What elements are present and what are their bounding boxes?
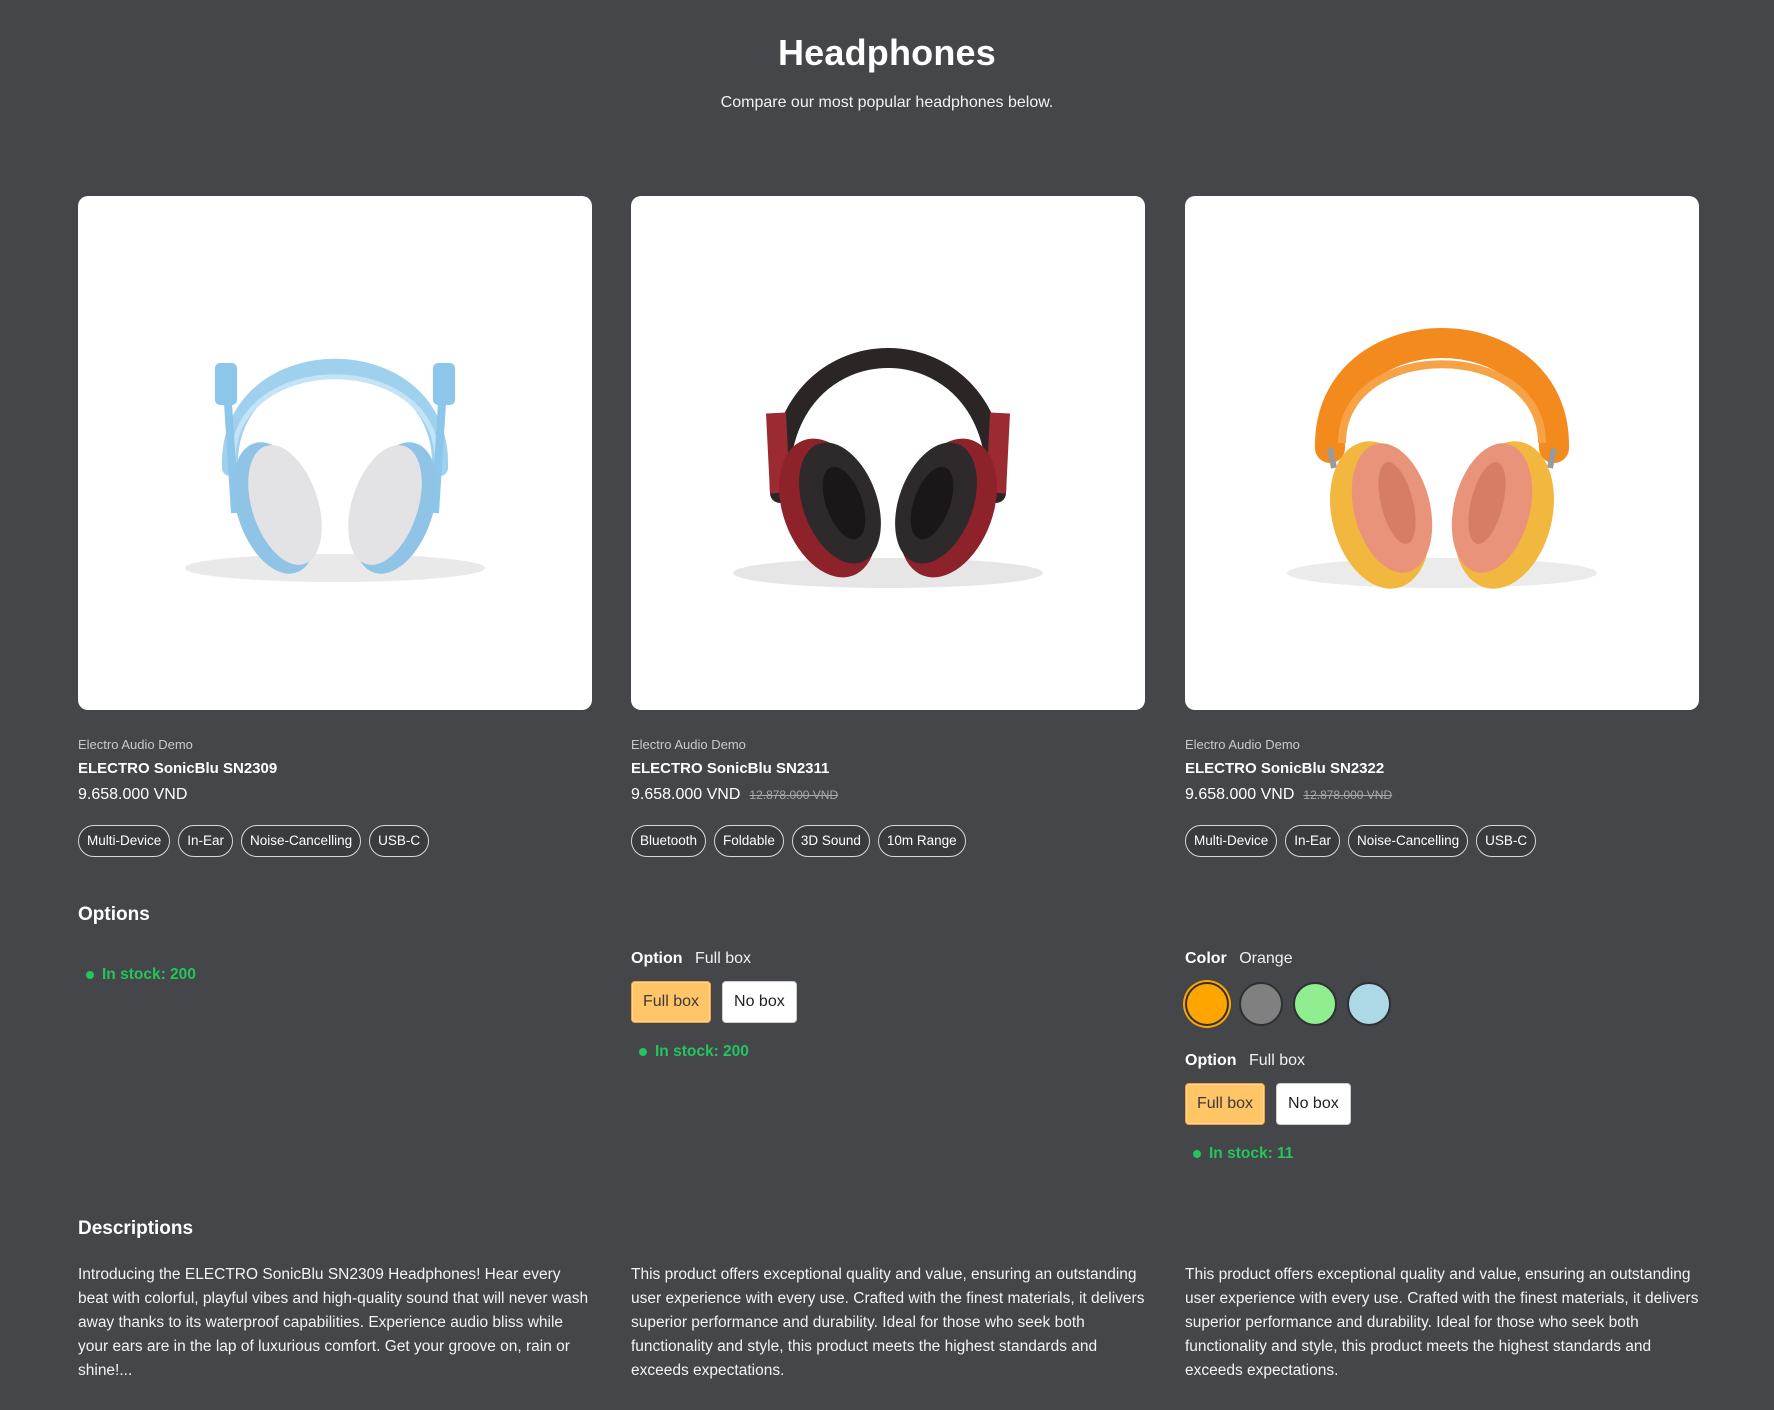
price-row: 9.658.000 VND 12.878.000 VND [631, 786, 1145, 808]
color-label: Color [1185, 950, 1227, 967]
orange-headphones-image [1287, 328, 1597, 589]
option-label-row: Option Full box [631, 950, 797, 972]
product-card-1: Electro Audio Demo ELECTRO SonicBlu SN23… [78, 196, 592, 857]
page-title: Headphones [777, 32, 997, 73]
stock-status: In stock: 11 [1185, 1145, 1391, 1163]
stock-dot-icon [1193, 1150, 1201, 1158]
product-name[interactable]: ELECTRO SonicBlu SN2309 [78, 760, 592, 780]
color-value: Orange [1239, 950, 1293, 967]
option-label: Option [631, 950, 683, 967]
feature-tags: Multi-Device In-Ear Noise-Cancelling USB… [78, 825, 592, 857]
feature-tag[interactable]: Multi-Device [78, 825, 171, 857]
product-price: 9.658.000 VND [1185, 786, 1295, 803]
compare-price: 12.878.000 VND [749, 788, 839, 802]
descriptions-heading: Descriptions [78, 1218, 194, 1239]
light-blue-headphones-image [185, 358, 485, 582]
price-row: 9.658.000 VND [78, 786, 592, 808]
product-image-1[interactable] [78, 196, 592, 710]
stock-text: In stock: 200 [102, 966, 196, 983]
option-label: Option [1185, 1052, 1237, 1069]
product-name[interactable]: ELECTRO SonicBlu SN2322 [1185, 760, 1699, 780]
product-price: 9.658.000 VND [78, 786, 188, 803]
color-swatch-orange[interactable] [1185, 982, 1229, 1026]
product-card-3: Electro Audio Demo ELECTRO SonicBlu SN23… [1185, 196, 1699, 857]
product-brand: Electro Audio Demo [78, 737, 193, 752]
product-image-3[interactable] [1185, 196, 1699, 710]
stock-status: In stock: 200 [631, 1043, 797, 1061]
stock-text: In stock: 200 [655, 1043, 749, 1060]
no-box-option-button[interactable]: No box [1276, 1083, 1351, 1125]
product-1-options: In stock: 200 [78, 966, 196, 984]
color-swatch-light-blue[interactable] [1347, 982, 1391, 1026]
product-description-2: This product offers exceptional quality … [631, 1266, 1145, 1379]
color-swatch-green[interactable] [1293, 982, 1337, 1026]
stock-dot-icon [86, 971, 94, 979]
feature-tag[interactable]: Foldable [714, 825, 784, 857]
full-box-option-button[interactable]: Full box [1185, 1083, 1266, 1125]
product-name[interactable]: ELECTRO SonicBlu SN2311 [631, 760, 1145, 780]
product-comparison-page: Headphones Compare our most popular head… [0, 0, 1774, 1410]
product-price: 9.658.000 VND [631, 786, 741, 803]
feature-tags: Multi-Device In-Ear Noise-Cancelling USB… [1185, 825, 1699, 857]
stock-dot-icon [639, 1048, 647, 1056]
color-swatch-gray[interactable] [1239, 982, 1283, 1026]
product-card-2: Electro Audio Demo ELECTRO SonicBlu SN23… [631, 196, 1145, 857]
product-image-2[interactable] [631, 196, 1145, 710]
compare-price: 12.878.000 VND [1303, 788, 1393, 802]
stock-text: In stock: 11 [1209, 1145, 1294, 1162]
stock-status: In stock: 200 [78, 966, 196, 984]
feature-tags: Bluetooth Foldable 3D Sound 10m Range [631, 825, 1145, 857]
feature-tag[interactable]: USB-C [369, 825, 430, 857]
product-brand: Electro Audio Demo [1185, 737, 1300, 752]
price-row: 9.658.000 VND 12.878.000 VND [1185, 786, 1699, 808]
product-brand: Electro Audio Demo [631, 737, 746, 752]
black-red-headphones-image [733, 348, 1043, 588]
product-2-options: Option Full box Full box No box In stock… [631, 950, 797, 1061]
product-description-3: This product offers exceptional quality … [1185, 1266, 1699, 1379]
feature-tag[interactable]: 10m Range [877, 825, 966, 857]
feature-tag[interactable]: Multi-Device [1185, 825, 1278, 857]
color-swatches [1185, 982, 1391, 1026]
feature-tag[interactable]: In-Ear [1285, 825, 1341, 857]
feature-tag[interactable]: Bluetooth [631, 825, 707, 857]
option-buttons: Full box No box [1185, 1083, 1391, 1125]
feature-tag[interactable]: In-Ear [178, 825, 234, 857]
product-3-options: Color Orange Option Full box Full box No… [1185, 950, 1391, 1163]
option-buttons: Full box No box [631, 981, 797, 1023]
full-box-option-button[interactable]: Full box [631, 981, 712, 1023]
feature-tag[interactable]: Noise-Cancelling [241, 825, 362, 857]
option-value: Full box [1249, 1052, 1306, 1069]
options-heading: Options [78, 904, 150, 925]
feature-tag[interactable]: 3D Sound [791, 825, 870, 857]
feature-tag[interactable]: Noise-Cancelling [1348, 825, 1469, 857]
option-value: Full box [695, 950, 752, 967]
page-subtitle: Compare our most popular headphones belo… [720, 94, 1054, 111]
feature-tag[interactable]: USB-C [1476, 825, 1537, 857]
product-description-1: Introducing the ELECTRO SonicBlu SN2309 … [78, 1266, 589, 1379]
no-box-option-button[interactable]: No box [722, 981, 797, 1023]
color-label-row: Color Orange [1185, 950, 1391, 972]
option-label-row: Option Full box [1185, 1052, 1391, 1074]
